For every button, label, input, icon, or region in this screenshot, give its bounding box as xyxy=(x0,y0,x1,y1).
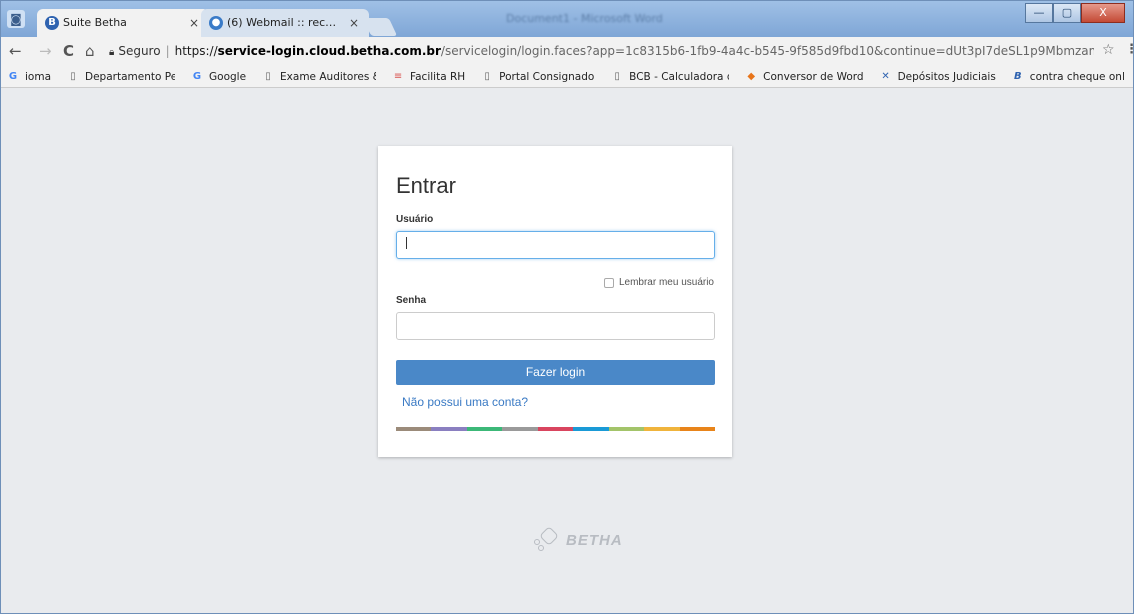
bookmark-item[interactable]: ▯ Exame Auditores & ( xyxy=(256,71,376,83)
color-stripe xyxy=(396,427,715,431)
minimize-button[interactable]: — xyxy=(1025,3,1053,23)
google-icon: G xyxy=(192,70,202,82)
browser-menu-icon[interactable]: ⋮ xyxy=(1125,42,1134,57)
address-separator: | xyxy=(165,44,170,58)
username-label: Usuário xyxy=(396,214,434,225)
remember-user-option[interactable]: Lembrar meu usuário xyxy=(603,277,714,288)
bookmark-label: Google xyxy=(209,70,247,83)
bookmark-label: Departamento Pess xyxy=(85,70,175,83)
page-icon: ▯ xyxy=(614,70,620,82)
close-window-button[interactable]: X xyxy=(1081,3,1125,23)
close-icon[interactable]: × xyxy=(189,9,199,37)
home-icon[interactable]: ⌂ xyxy=(85,42,95,60)
login-card: Entrar Usuário Lembrar meu usuário Senha… xyxy=(378,146,732,457)
password-label: Senha xyxy=(396,295,427,306)
stripe-segment xyxy=(608,427,645,431)
stripe-segment xyxy=(431,427,467,431)
tab-title: Suite Betha xyxy=(63,16,127,29)
bookmark-item[interactable]: ◆ Conversor de Word xyxy=(739,71,863,83)
bookmark-item[interactable]: ▯ Departamento Pess xyxy=(61,71,175,83)
bookmark-star-icon[interactable]: ☆ xyxy=(1102,42,1115,58)
facilita-icon: ≡ xyxy=(393,70,403,82)
title-bar: ◙ B Suite Betha × ● (6) Webmail :: recur… xyxy=(1,1,1133,37)
page-icon: ▯ xyxy=(265,70,271,82)
stripe-segment xyxy=(537,427,574,431)
bookmark-label: Conversor de Word xyxy=(763,70,864,83)
login-button[interactable]: Fazer login xyxy=(396,360,715,385)
betha-logo-icon xyxy=(534,526,560,551)
maximize-button[interactable]: ▢ xyxy=(1053,3,1081,23)
window-controls: — ▢ X xyxy=(1025,3,1125,23)
bookmark-label: BCB - Calculadora do xyxy=(629,70,730,83)
browser-window: ◙ B Suite Betha × ● (6) Webmail :: recur… xyxy=(0,0,1134,614)
bookmark-label: Depósitos Judiciais xyxy=(897,70,996,83)
stripe-segment xyxy=(679,427,715,431)
bookmark-item[interactable]: G Google xyxy=(185,71,246,83)
url-scheme: https:// xyxy=(174,44,218,58)
browser-toolbar: ← → C ⌂ 🔒︎ Seguro | https://service-login.c… xyxy=(1,37,1134,66)
betha-footer-logo: BETHA xyxy=(534,526,623,551)
bookmarks-bar: Gioma ▯ Departamento Pess G Google ▯ Exame … xyxy=(1,66,1133,88)
background-window-title: Document1 - Microsoft Word xyxy=(506,12,663,25)
stripe-segment xyxy=(466,427,503,431)
lock-icon: 🔒︎ xyxy=(109,47,115,58)
username-input[interactable] xyxy=(396,231,715,259)
bank-icon: ✕ xyxy=(881,70,890,82)
signup-link[interactable]: Não possui uma conta? xyxy=(402,395,528,409)
bookmark-label: Facilita RH xyxy=(410,70,466,83)
webmail-icon: ● xyxy=(209,16,223,30)
bookmark-item[interactable]: ✕ Depósitos Judiciais xyxy=(874,70,996,83)
url-path: /servicelogin/login.faces?app=1c8315b6-1… xyxy=(440,44,1094,58)
address-bar[interactable]: 🔒︎ Seguro | https://service-login.cloud.bet… xyxy=(109,41,1094,62)
url-host: service-login.cloud.betha.com.br xyxy=(217,44,441,58)
reload-icon[interactable]: C xyxy=(63,42,74,60)
bookmark-label: Exame Auditores & ( xyxy=(280,70,376,83)
tab-suite-betha[interactable]: B Suite Betha × xyxy=(37,9,209,37)
login-heading: Entrar xyxy=(396,173,456,198)
page-icon: ▯ xyxy=(484,70,490,82)
tab-webmail[interactable]: ● (6) Webmail :: recursos.h × xyxy=(201,9,369,37)
back-arrow-icon[interactable]: ← xyxy=(9,42,22,60)
close-icon[interactable]: × xyxy=(349,9,359,37)
bookmark-item[interactable]: ▯ BCB - Calculadora do xyxy=(605,71,729,83)
text-caret xyxy=(406,237,407,249)
remember-checkbox[interactable] xyxy=(603,277,614,288)
bookmark-label: ioma xyxy=(25,70,52,83)
remember-label: Lembrar meu usuário xyxy=(618,277,714,288)
bookmark-label: Portal Consignado E xyxy=(499,70,596,83)
stripe-segment xyxy=(396,427,432,431)
browser-profile-icon[interactable]: ◙ xyxy=(7,10,25,28)
betha-icon: B xyxy=(1013,70,1022,82)
stripe-segment xyxy=(573,427,609,431)
bookmark-label: contra cheque onlin xyxy=(1029,70,1124,83)
security-label: Seguro xyxy=(118,44,161,58)
bookmark-item[interactable]: Bcontra cheque onlin xyxy=(1006,71,1124,83)
password-input[interactable] xyxy=(396,312,715,340)
betha-icon: B xyxy=(45,16,59,30)
forward-arrow-icon[interactable]: → xyxy=(39,42,52,60)
page-icon: ▯ xyxy=(70,70,76,82)
brand-name: BETHA xyxy=(566,531,623,549)
bookmark-item[interactable]: ≡ Facilita RH xyxy=(386,71,465,83)
stripe-segment xyxy=(644,427,680,431)
tab-title: (6) Webmail :: recursos.h xyxy=(227,16,337,29)
converter-icon: ◆ xyxy=(747,70,756,82)
stripe-segment xyxy=(502,427,538,431)
bookmark-item[interactable]: ▯ Portal Consignado E xyxy=(475,71,595,83)
bookmark-item[interactable]: Gioma xyxy=(1,71,51,83)
google-icon: G xyxy=(8,70,18,82)
